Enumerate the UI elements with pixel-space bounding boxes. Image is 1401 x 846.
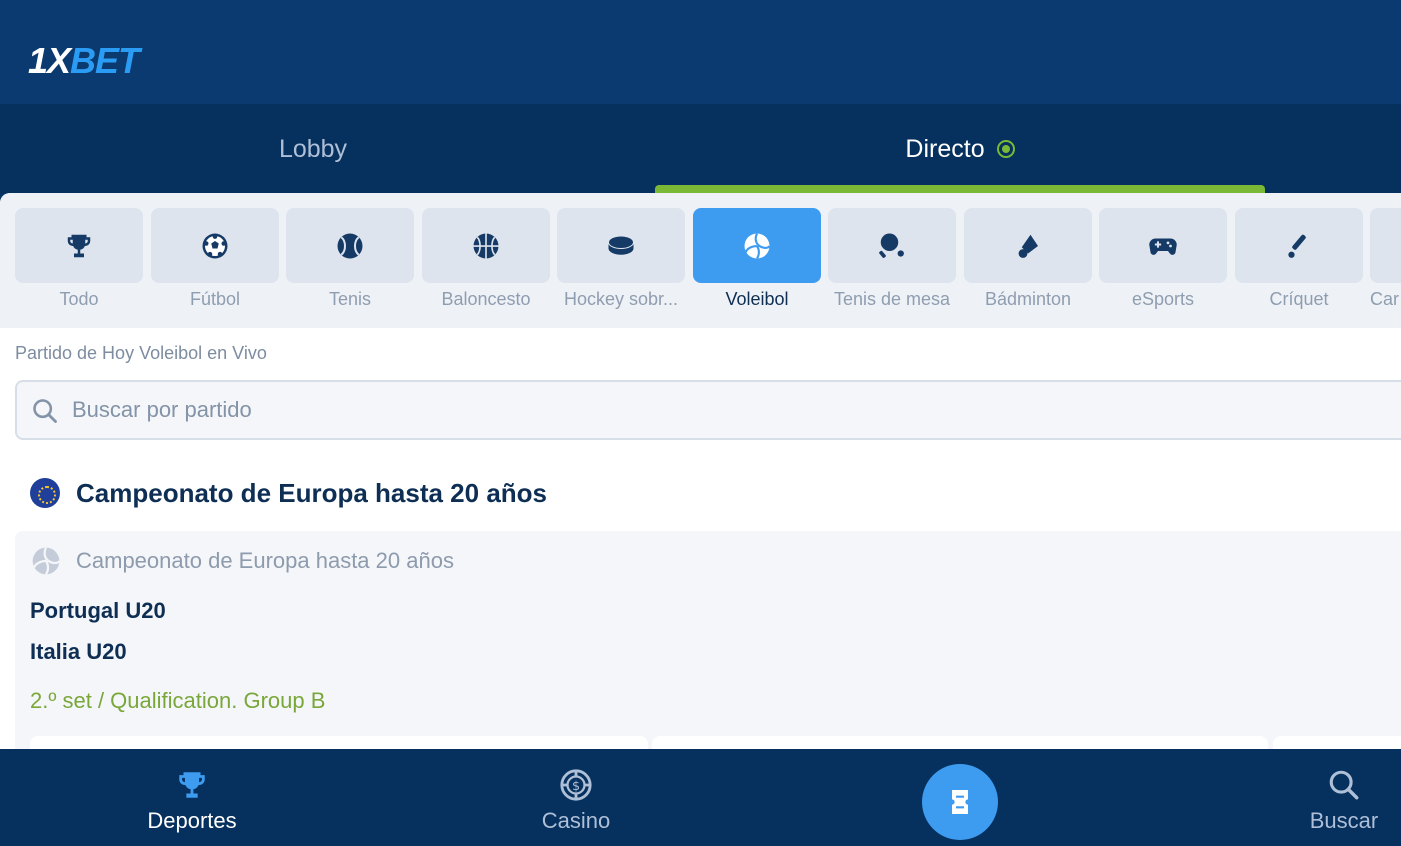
ticket-icon [952, 790, 968, 814]
sport-item-criquet[interactable]: Críquet [1235, 208, 1363, 328]
sport-label: Hockey sobr... [563, 289, 679, 309]
odd-button[interactable] [1273, 736, 1401, 749]
team-away: Italia U20 [30, 639, 127, 664]
logo-text-1x: 1X [28, 40, 71, 81]
sport-item-futbol[interactable]: Fútbol [151, 208, 279, 328]
sport-tile [422, 208, 550, 283]
nav-casino-label: Casino [541, 808, 611, 833]
live-indicator-icon [996, 140, 1015, 158]
trophy-icon [179, 772, 205, 798]
nav-buscar[interactable]: Buscar [1284, 749, 1401, 846]
sport-tile [693, 208, 821, 283]
sport-label: Todo [59, 289, 99, 309]
sport-item-voleibol[interactable]: Voleibol [693, 208, 821, 328]
brand-logo[interactable]: 1XBET [28, 40, 140, 82]
team-home: Portugal U20 [30, 598, 166, 623]
sport-label: Voleibol [725, 289, 789, 309]
sport-item-esports[interactable]: eSports [1099, 208, 1227, 328]
nav-deportes-label: Deportes [147, 808, 237, 833]
hockey-puck-icon [608, 235, 634, 255]
basketball-icon [473, 233, 499, 258]
search-icon [1329, 770, 1359, 800]
sport-label: Baloncesto [441, 289, 531, 309]
sport-item-tenis-de-mesa[interactable]: Tenis de mesa [828, 208, 956, 328]
sport-tile [1235, 208, 1363, 283]
odd-button[interactable] [652, 736, 1268, 749]
sport-tile [1370, 208, 1401, 283]
table-tennis-icon [879, 233, 904, 258]
eu-flag-icon [30, 478, 60, 508]
match-league: Campeonato de Europa hasta 20 años [30, 545, 454, 577]
main-content: Todo Fútbol Tenis Baloncesto Hockey sobr [0, 193, 1401, 749]
sport-label: Tenis [328, 289, 372, 309]
sport-item-badminton[interactable]: Bádminton [964, 208, 1092, 328]
cricket-bat-icon [1288, 234, 1306, 258]
sport-tile [151, 208, 279, 283]
volleyball-icon [32, 547, 61, 575]
match-card[interactable]: Campeonato de Europa hasta 20 años Portu… [15, 531, 1401, 749]
betslip-button[interactable] [922, 764, 998, 840]
page-title: Partido de Hoy Voleibol en Vivo [15, 343, 267, 363]
sport-label: eSports [1131, 289, 1195, 309]
sport-item-baloncesto[interactable]: Baloncesto [422, 208, 550, 328]
sport-tile [828, 208, 956, 283]
main-tabs: Lobby Directo [0, 104, 1401, 194]
sport-tile [557, 208, 685, 283]
volleyball-icon [744, 232, 771, 259]
sport-label: Fútbol [189, 289, 241, 309]
tab-directo[interactable]: Directo [655, 104, 1265, 194]
bottom-navigation: Deportes $ Casino Buscar [0, 749, 1401, 846]
search-icon [33, 399, 57, 423]
sport-tile [15, 208, 143, 283]
casino-chip-icon: $ [560, 769, 592, 801]
sport-item-hockey[interactable]: Hockey sobr... [557, 208, 685, 328]
nav-deportes[interactable]: Deportes [132, 749, 252, 846]
match-league-label: Campeonato de Europa hasta 20 años [76, 548, 454, 573]
search-input[interactable] [72, 382, 1372, 438]
active-tab-underline [655, 185, 1265, 193]
sport-label: Car [1370, 289, 1400, 309]
sport-tile [1099, 208, 1227, 283]
match-status: 2.º set / Qualification. Group B [30, 688, 326, 713]
shuttlecock-icon [1018, 234, 1038, 258]
league-title: Campeonato de Europa hasta 20 años [76, 477, 548, 508]
sport-item-car[interactable]: Car [1370, 208, 1401, 328]
sport-tile [964, 208, 1092, 283]
trophy-icon [67, 234, 91, 257]
sport-label: Críquet [1269, 289, 1329, 309]
soccer-ball-icon [202, 233, 228, 258]
odds-row [30, 736, 1401, 749]
sport-item-tenis[interactable]: Tenis [286, 208, 414, 328]
search-box [15, 380, 1401, 440]
sport-label: Tenis de mesa [833, 289, 951, 309]
gamepad-icon [1149, 238, 1177, 255]
tab-lobby-label: Lobby [278, 134, 348, 163]
league-header[interactable]: Campeonato de Europa hasta 20 años [30, 478, 547, 508]
tennis-ball-icon [337, 233, 363, 258]
sports-carousel: Todo Fútbol Tenis Baloncesto Hockey sobr [0, 193, 1401, 328]
tab-directo-label: Directo [905, 134, 985, 163]
top-header: 1XBET [0, 0, 1401, 104]
odd-button[interactable] [30, 736, 648, 749]
sport-tile [286, 208, 414, 283]
sport-item-todo[interactable]: Todo [15, 208, 143, 328]
tab-lobby[interactable]: Lobby [0, 104, 626, 194]
svg-text:$: $ [572, 779, 580, 794]
nav-casino[interactable]: $ Casino [516, 749, 636, 846]
logo-text-bet: BET [70, 40, 140, 81]
nav-buscar-label: Buscar [1309, 808, 1379, 833]
sport-label: Bádminton [984, 289, 1072, 309]
